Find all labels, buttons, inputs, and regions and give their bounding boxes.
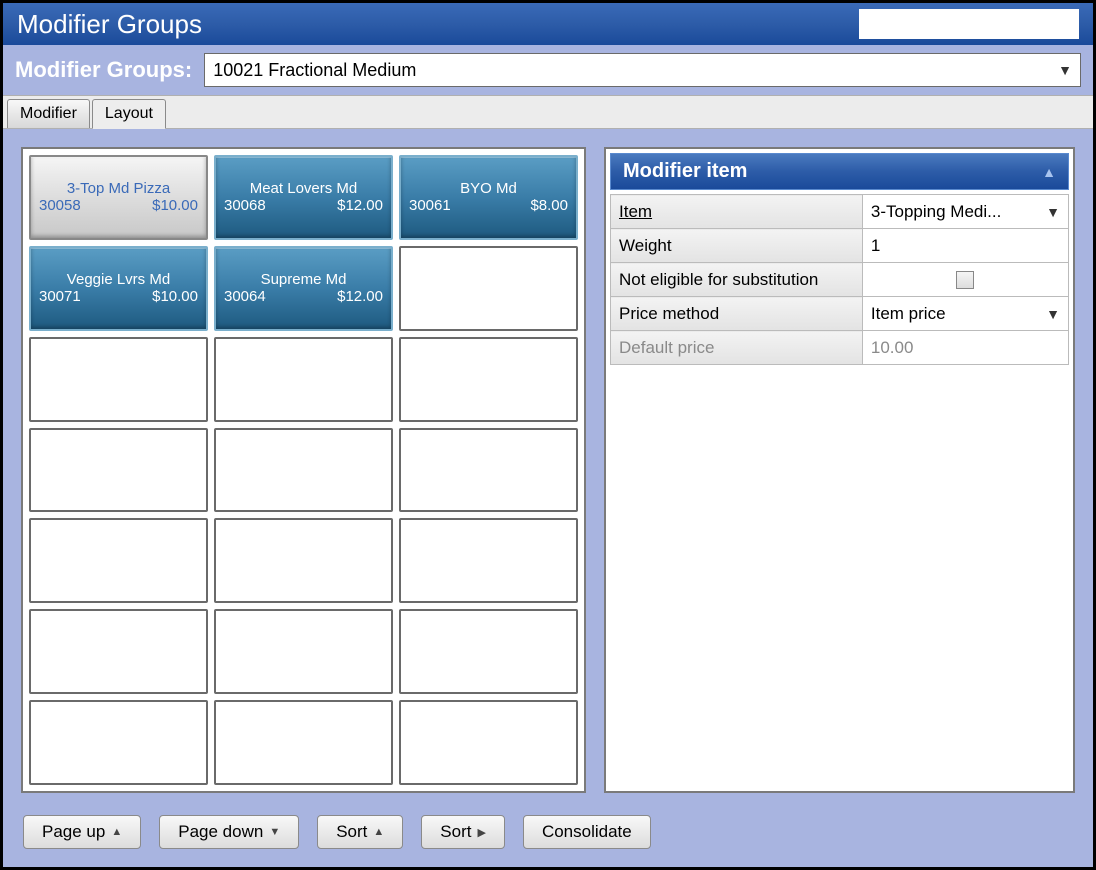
- row-weight: Weight 1: [611, 229, 1069, 263]
- not-eligible-label: Not eligible for substitution: [611, 263, 863, 297]
- titlebar: Modifier Groups: [3, 3, 1093, 45]
- sort-right-label: Sort: [440, 822, 471, 842]
- modifier-button-30061[interactable]: BYO Md30061 $8.00: [399, 155, 578, 240]
- modifier-id: 30071: [39, 288, 81, 305]
- modifier-name: Veggie Lvrs Md: [39, 271, 198, 288]
- modifier-button-empty[interactable]: [214, 337, 393, 422]
- modifier-button-empty[interactable]: [399, 246, 578, 331]
- item-value: 3-Topping Medi...: [871, 202, 1001, 222]
- modifier-name: BYO Md: [409, 180, 568, 197]
- group-selector-dropdown[interactable]: 10021 Fractional Medium ▼: [204, 53, 1081, 87]
- modifier-button-empty[interactable]: [399, 337, 578, 422]
- modifier-button-empty[interactable]: [214, 700, 393, 785]
- body-area: 3-Top Md Pizza30058$10.00Meat Lovers Md3…: [3, 129, 1093, 867]
- modifier-price: $8.00: [530, 197, 568, 214]
- tab-modifier[interactable]: Modifier: [7, 99, 90, 128]
- tab-layout[interactable]: Layout: [92, 99, 166, 129]
- modifier-button-empty[interactable]: [399, 609, 578, 694]
- modifier-button-empty[interactable]: [214, 428, 393, 513]
- modifier-button-empty[interactable]: [29, 609, 208, 694]
- properties-header[interactable]: Modifier item ▲: [610, 153, 1069, 190]
- window-title: Modifier Groups: [17, 9, 859, 40]
- modifier-info-row: 30061 $8.00: [409, 197, 568, 214]
- modifier-name: Supreme Md: [224, 271, 383, 288]
- row-not-eligible: Not eligible for substitution: [611, 263, 1069, 297]
- modifier-id: 30058: [39, 197, 81, 214]
- modifier-button-empty[interactable]: [399, 700, 578, 785]
- modifier-name: 3-Top Md Pizza: [39, 180, 198, 197]
- price-method-value: Item price: [871, 304, 946, 324]
- modifier-button-30068[interactable]: Meat Lovers Md30068 $12.00: [214, 155, 393, 240]
- collapse-up-icon[interactable]: ▲: [1042, 164, 1056, 180]
- modifier-price: $12.00: [337, 288, 383, 305]
- default-price-value: 10.00: [862, 331, 1068, 365]
- group-selector-value: 10021 Fractional Medium: [213, 60, 416, 81]
- modifier-info-row: 30064 $12.00: [224, 288, 383, 305]
- modifier-button-empty[interactable]: [29, 518, 208, 603]
- modifier-id: 30061: [409, 197, 451, 214]
- chevron-down-icon: ▼: [1046, 204, 1060, 220]
- titlebar-search-input[interactable]: [859, 9, 1079, 39]
- item-label: Item: [619, 202, 652, 221]
- modifier-price: $10.00: [152, 288, 198, 305]
- chevron-down-icon: ▼: [1058, 62, 1072, 78]
- page-up-label: Page up: [42, 822, 105, 842]
- properties-title: Modifier item: [623, 160, 747, 183]
- consolidate-button[interactable]: Consolidate: [523, 815, 651, 849]
- arrow-right-icon: ▶: [477, 826, 485, 839]
- modifier-info-row: 30071 $10.00: [39, 288, 198, 305]
- modifier-button-30071[interactable]: Veggie Lvrs Md30071 $10.00: [29, 246, 208, 331]
- default-price-label: Default price: [611, 331, 863, 365]
- modifier-price: $12.00: [337, 197, 383, 214]
- sort-up-label: Sort: [336, 822, 367, 842]
- tab-strip: Modifier Layout: [3, 95, 1093, 129]
- modifier-grid: 3-Top Md Pizza30058$10.00Meat Lovers Md3…: [21, 147, 586, 793]
- price-method-label: Price method: [611, 297, 863, 331]
- modifier-info-row: 30068 $12.00: [224, 197, 383, 214]
- sort-up-button[interactable]: Sort ▲: [317, 815, 403, 849]
- modifier-button-30064[interactable]: Supreme Md30064 $12.00: [214, 246, 393, 331]
- modifier-button-empty[interactable]: [29, 428, 208, 513]
- price-method-dropdown[interactable]: Item price ▼: [871, 304, 1060, 324]
- arrow-up-icon: ▲: [111, 826, 122, 838]
- sort-right-button[interactable]: Sort ▶: [421, 815, 505, 849]
- modifier-button-empty[interactable]: [399, 428, 578, 513]
- consolidate-label: Consolidate: [542, 822, 632, 842]
- weight-label: Weight: [611, 229, 863, 263]
- page-down-label: Page down: [178, 822, 263, 842]
- modifier-name: Meat Lovers Md: [224, 180, 383, 197]
- item-dropdown[interactable]: 3-Topping Medi... ▼: [871, 202, 1060, 222]
- chevron-down-icon: ▼: [1046, 306, 1060, 322]
- row-default-price: Default price 10.00: [611, 331, 1069, 365]
- weight-value[interactable]: 1: [862, 229, 1068, 263]
- properties-panel: Modifier item ▲ Item 3-Topping Medi... ▼: [604, 147, 1075, 793]
- modifier-id: 30064: [224, 288, 266, 305]
- properties-table: Item 3-Topping Medi... ▼ Weight 1: [610, 194, 1069, 365]
- modifier-button-empty[interactable]: [214, 518, 393, 603]
- group-selector-label: Modifier Groups:: [15, 57, 192, 83]
- arrow-down-icon: ▼: [269, 826, 280, 838]
- modifier-button-empty[interactable]: [29, 337, 208, 422]
- modifier-button-empty[interactable]: [399, 518, 578, 603]
- footer-buttons: Page up ▲ Page down ▼ Sort ▲ Sort ▶ Cons…: [21, 815, 1075, 849]
- modifier-button-empty[interactable]: [214, 609, 393, 694]
- modifier-info-row: 30058 $10.00: [39, 197, 198, 214]
- modifier-price: $10.00: [152, 197, 198, 214]
- row-price-method: Price method Item price ▼: [611, 297, 1069, 331]
- not-eligible-checkbox[interactable]: [956, 271, 974, 289]
- arrow-up-icon: ▲: [373, 826, 384, 838]
- modifier-groups-window: Modifier Groups Modifier Groups: 10021 F…: [0, 0, 1096, 870]
- modifier-button-empty[interactable]: [29, 700, 208, 785]
- row-item: Item 3-Topping Medi... ▼: [611, 195, 1069, 229]
- page-up-button[interactable]: Page up ▲: [23, 815, 141, 849]
- page-down-button[interactable]: Page down ▼: [159, 815, 299, 849]
- modifier-button-30058[interactable]: 3-Top Md Pizza30058 $10.00: [29, 155, 208, 240]
- modifier-id: 30068: [224, 197, 266, 214]
- panels: 3-Top Md Pizza30058$10.00Meat Lovers Md3…: [21, 147, 1075, 793]
- group-selector-row: Modifier Groups: 10021 Fractional Medium…: [3, 45, 1093, 95]
